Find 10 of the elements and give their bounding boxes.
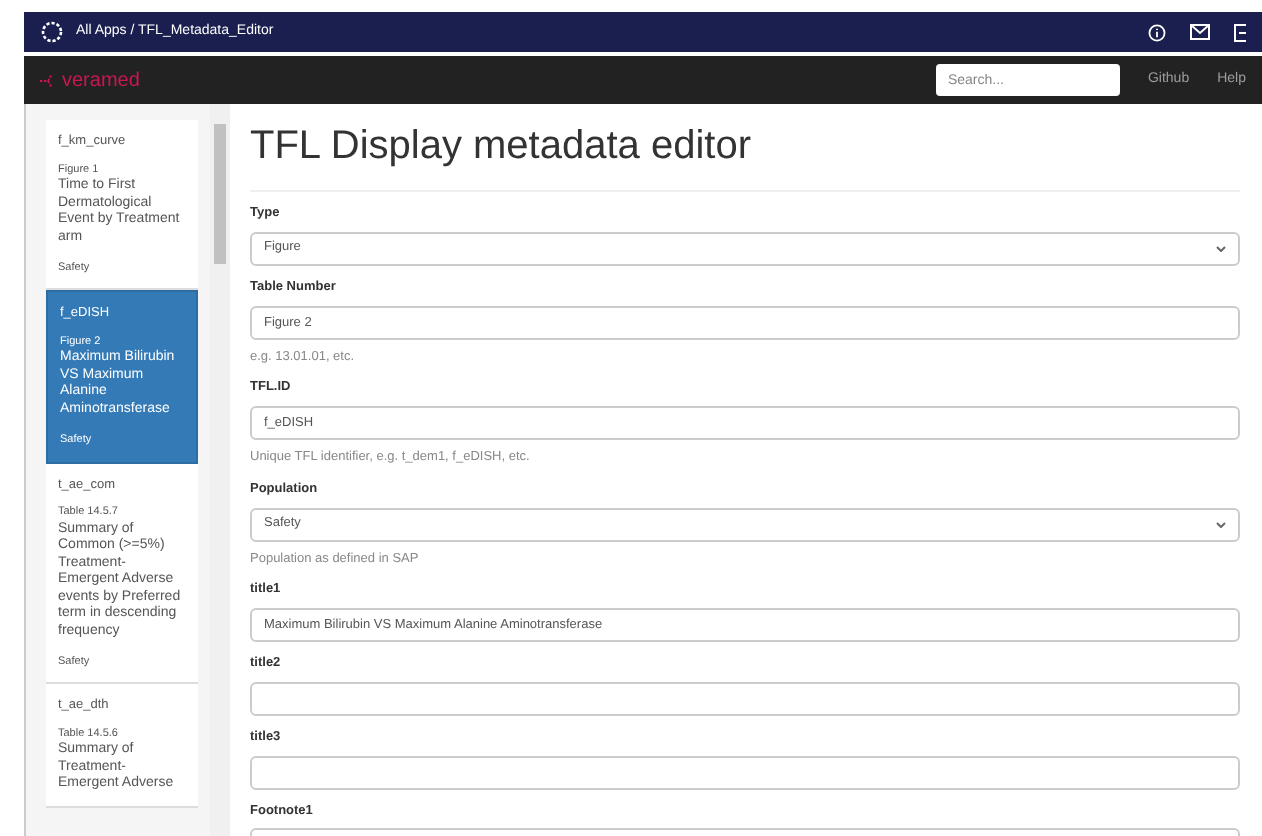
input-field[interactable] — [250, 681, 1240, 716]
spinner-logo-icon — [40, 20, 64, 44]
exit-icon[interactable] — [1234, 23, 1246, 41]
chevron-down-icon — [1216, 521, 1226, 527]
scrollbar[interactable] — [210, 104, 230, 836]
chevron-down-icon — [1216, 245, 1226, 252]
mail-icon[interactable] — [1190, 24, 1210, 40]
info-icon[interactable] — [1148, 23, 1166, 41]
input-field[interactable] — [250, 755, 1240, 789]
page-heading: TFL Display metadata editor — [250, 116, 1240, 192]
